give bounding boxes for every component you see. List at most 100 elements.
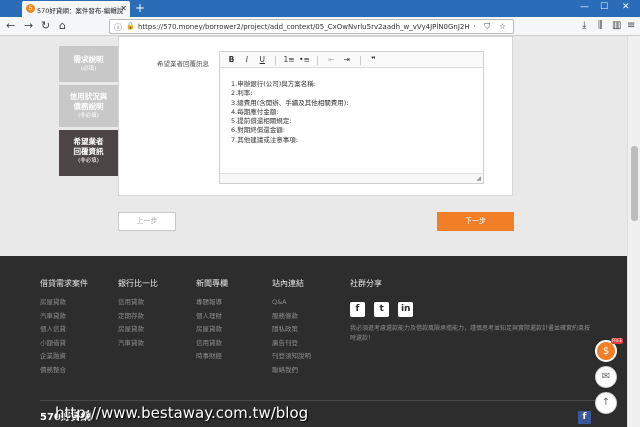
lock-icon: 🔒	[126, 22, 135, 30]
footer-column-banks: 銀行比一比信用貸款 定期存款 房屋貸款 汽車貸款	[118, 278, 158, 350]
free-quote-floating-button[interactable]: $ FREE	[595, 338, 624, 362]
close-window-button[interactable]: ✕	[622, 2, 630, 12]
menu-icon[interactable]: ≡	[627, 20, 635, 31]
prev-step-button[interactable]: 上一步	[118, 212, 176, 231]
page-content: 需求說明 (必填) 信用狀況與 債務說明 (非必填) 希望業者 回覆資訊 (非必填) 希望業者…	[0, 36, 627, 427]
browser-tab-bar: 5 570好貸網：案件發布-編輯說 ✕ + — ☐ ✕	[0, 0, 640, 17]
footer-column-site: 站內連結 Q&A 服務條款 隱私政策 廣告刊登 刊登須知說明 聯絡我們	[272, 278, 311, 378]
arrow-up-icon: ↑	[601, 397, 611, 408]
blog-watermark: http://www.bestaway.com.tw/blog	[55, 404, 309, 422]
minimize-window-button[interactable]: —	[580, 2, 589, 12]
editor-status-bar: ◢	[220, 173, 483, 183]
sidebar-step-title: 債務說明	[73, 102, 104, 111]
footer-heading: 銀行比一比	[118, 279, 158, 288]
footer-link[interactable]: 刊登須知說明	[272, 350, 311, 364]
facebook-icon[interactable]: f	[350, 302, 365, 317]
ordered-list-icon[interactable]: 1≡	[283, 55, 296, 64]
footer-link[interactable]: 信用貸款	[196, 337, 228, 351]
toolbar-divider	[275, 55, 277, 65]
footer-link[interactable]: 廣告刊登	[272, 337, 311, 351]
footer-link[interactable]: 房屋貸款	[196, 323, 228, 337]
back-to-top-button[interactable]: ↑	[595, 392, 617, 414]
editor-toolbar: B I U 1≡ •≡ ⇤ ⇥ ❞	[220, 52, 483, 68]
hand-coin-icon: $	[602, 346, 610, 357]
home-icon[interactable]: ⌂	[59, 20, 66, 32]
footer-column-social: 社群分享 f t in 我必須進考慮還款能力及借款風險承擔能力，謹慎思考並知足與…	[350, 278, 590, 344]
footer-link[interactable]: 服務條款	[272, 310, 311, 324]
footer-heading: 借貸需求案件	[40, 279, 88, 288]
resize-grip-icon[interactable]: ◢	[476, 175, 481, 182]
browser-tab[interactable]: 5 570好貸網：案件發布-編輯說 ✕	[22, 1, 130, 17]
footer-heading: 新聞專欄	[196, 279, 228, 288]
downloads-icon[interactable]: ⤓	[582, 20, 586, 31]
editor-line: 7.其他建議或注意事項:	[231, 135, 298, 144]
footer-link[interactable]: 個人理財	[196, 310, 228, 324]
footer-link[interactable]: 專題報導	[196, 296, 228, 310]
toolbar-divider	[359, 55, 361, 65]
forward-icon[interactable]: →	[24, 20, 33, 32]
footer-link[interactable]: 隱私政策	[272, 323, 311, 337]
close-tab-icon[interactable]: ✕	[120, 4, 127, 13]
facebook-icon[interactable]: f	[578, 411, 591, 424]
footer-link[interactable]: 房屋貸款	[40, 296, 88, 310]
footer-link[interactable]: Q&A	[272, 296, 311, 310]
footer-heading: 站內連結	[272, 279, 304, 288]
bold-icon[interactable]: B	[225, 55, 238, 64]
url-bar[interactable]: ⓘ 🔒 https://570.money/borrower2/project/…	[109, 19, 514, 34]
page-actions-icon[interactable]: ··· ⛉ ☆	[462, 22, 509, 32]
maximize-window-button[interactable]: ☐	[600, 2, 608, 12]
editor-content[interactable]: 1.申辦銀行(公司)與方案名稱: 2.利率: 3.總費用(含開辦、手續及其他相關費用…	[220, 68, 483, 145]
twitter-icon[interactable]: t	[374, 302, 390, 317]
scrollbar-thumb[interactable]	[631, 146, 638, 221]
social-disclaimer: 我必須進考慮還款能力及借款風險承擔能力，謹慎思考並知足與實際還款計畫並確實約束按…	[350, 325, 591, 342]
footer-link[interactable]: 汽車貸款	[118, 337, 158, 351]
url-text[interactable]: https://570.money/borrower2/project/add_…	[138, 23, 470, 31]
footer-link[interactable]: 信用貸款	[118, 296, 158, 310]
site-favicon-icon: 5	[26, 4, 35, 13]
reply-message-label: 希望業者回覆訊息	[157, 60, 209, 68]
sidebar-step-2[interactable]: 信用狀況與 債務說明 (非必填)	[59, 85, 118, 127]
footer-link[interactable]: 定期存款	[118, 310, 158, 324]
library-icon[interactable]: ⫼	[598, 20, 603, 31]
toolbar-divider	[317, 55, 319, 65]
blockquote-icon[interactable]: ❞	[367, 55, 380, 64]
sidebar-icon[interactable]: ▥	[612, 20, 621, 31]
italic-icon[interactable]: I	[240, 55, 253, 64]
free-badge: FREE	[611, 338, 624, 344]
indent-icon[interactable]: ⇥	[340, 55, 353, 64]
underline-icon[interactable]: U	[256, 55, 269, 64]
mail-icon: ✉	[601, 371, 611, 382]
footer-divider	[40, 400, 600, 401]
footer-link[interactable]: 小額借貸	[40, 337, 88, 351]
footer-link[interactable]: 債務整合	[40, 364, 88, 378]
sidebar-step-title: 希望業者	[73, 137, 104, 146]
editor-line: 4.每期應付金額:	[231, 107, 279, 116]
sidebar-step-3[interactable]: 希望業者 回覆資訊 (非必填)	[59, 130, 118, 176]
editor-line: 2.利率:	[231, 89, 253, 98]
info-icon[interactable]: ⓘ	[114, 22, 122, 33]
sidebar-step-title: 回覆資訊	[73, 147, 104, 156]
sidebar-step-title: 需求說明	[73, 55, 104, 64]
new-tab-button[interactable]: +	[135, 1, 145, 15]
footer-column-news: 新聞專欄專題報導 個人理財 房屋貸款 信用貸款 時事財經	[196, 278, 228, 364]
form-card: 希望業者回覆訊息 B I U 1≡ •≡ ⇤ ⇥ ❞ 1.申辦銀行(公司)與方案…	[118, 36, 513, 196]
rich-text-editor[interactable]: B I U 1≡ •≡ ⇤ ⇥ ❞ 1.申辦銀行(公司)與方案名稱: 2.利率: 3…	[219, 51, 484, 184]
next-step-button[interactable]: 下一步	[437, 212, 514, 231]
footer-link[interactable]: 房屋貸款	[118, 323, 158, 337]
page-scrollbar[interactable]	[627, 36, 640, 427]
mail-floating-button[interactable]: ✉	[595, 366, 617, 388]
linkedin-icon[interactable]: in	[398, 302, 414, 317]
footer-link[interactable]: 企業融資	[40, 350, 88, 364]
footer-link[interactable]: 聯絡我們	[272, 364, 311, 378]
sidebar-step-note: (非必填)	[78, 113, 99, 119]
footer-link[interactable]: 汽車貸款	[40, 310, 88, 324]
footer-link[interactable]: 個人信貸	[40, 323, 88, 337]
footer-link[interactable]: 時事財經	[196, 350, 228, 364]
footer-column-loans: 借貸需求案件房屋貸款 汽車貸款 個人信貸 小額借貸 企業融資 債務整合	[40, 278, 88, 378]
outdent-icon[interactable]: ⇤	[325, 55, 338, 64]
sidebar-step-1[interactable]: 需求說明 (必填)	[59, 46, 118, 82]
back-icon[interactable]: ←	[6, 20, 15, 32]
bullet-list-icon[interactable]: •≡	[298, 55, 311, 64]
reload-icon[interactable]: ↻	[41, 20, 50, 32]
step-sidebar: 需求說明 (必填) 信用狀況與 債務說明 (非必填) 希望業者 回覆資訊 (非必填)	[59, 46, 118, 179]
